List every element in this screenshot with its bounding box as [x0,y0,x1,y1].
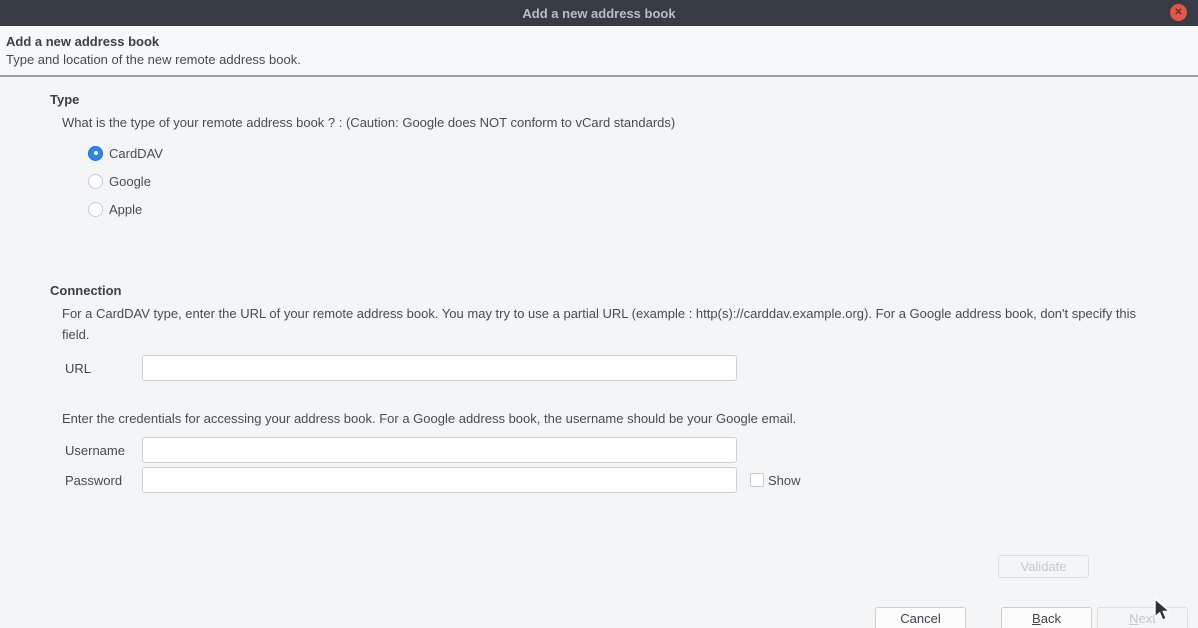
radio-carddav[interactable]: CardDAV [88,139,1143,167]
connection-description: For a CardDAV type, enter the URL of you… [62,303,1143,345]
connection-section: Connection For a CardDAV type, enter the… [50,283,1143,578]
page-title: Add a new address book [6,34,1188,49]
show-password-toggle[interactable]: Show [750,473,801,488]
password-input[interactable] [142,467,737,493]
dialog-header: Add a new address book Type and location… [0,26,1198,77]
type-heading: Type [50,92,1143,107]
next-button-label: Next [1129,611,1156,626]
window-title: Add a new address book [522,6,675,21]
radio-google[interactable]: Google [88,167,1143,195]
connection-heading: Connection [50,283,1143,298]
close-button[interactable]: ✕ [1170,4,1187,21]
show-password-checkbox-icon[interactable] [750,473,764,487]
radio-apple[interactable]: Apple [88,195,1143,223]
password-row: Password Show [65,467,1143,493]
radio-carddav-icon[interactable] [88,146,103,161]
page-subtitle: Type and location of the new remote addr… [6,52,1188,67]
username-input[interactable] [142,437,737,463]
radio-google-icon[interactable] [88,174,103,189]
type-section: Type What is the type of your remote add… [50,92,1143,223]
back-button-label: Back [1032,611,1061,626]
radio-carddav-label: CardDAV [109,146,163,161]
cancel-button[interactable]: Cancel [875,607,966,628]
validate-row: Validate [50,555,1143,578]
back-button[interactable]: Back [1001,607,1092,628]
add-address-book-dialog: Add a new address book ✕ Add a new addre… [0,0,1198,628]
type-radio-group: CardDAV Google Apple [88,139,1143,223]
credentials-description: Enter the credentials for accessing your… [62,408,1143,429]
username-row: Username [65,437,1143,463]
username-label: Username [65,443,142,458]
validate-button[interactable]: Validate [998,555,1089,578]
close-icon: ✕ [1174,8,1182,18]
type-description: What is the type of your remote address … [62,112,1143,133]
dialog-content: Type What is the type of your remote add… [0,77,1198,578]
next-button[interactable]: Next [1097,607,1188,628]
radio-apple-icon[interactable] [88,202,103,217]
footer-button-bar: Cancel Back Next [0,598,1198,628]
radio-apple-label: Apple [109,202,142,217]
url-label: URL [65,361,142,376]
show-password-label: Show [768,473,801,488]
titlebar[interactable]: Add a new address book ✕ [0,0,1198,26]
url-row: URL [65,355,1143,381]
radio-google-label: Google [109,174,151,189]
url-input[interactable] [142,355,737,381]
password-label: Password [65,473,142,488]
